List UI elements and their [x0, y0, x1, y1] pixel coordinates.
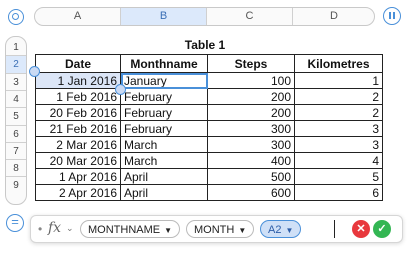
token-label: A2 — [268, 224, 282, 236]
table-select-handle[interactable] — [8, 9, 24, 25]
cell-kilometres[interactable]: 6 — [294, 184, 383, 201]
pause-icon-bar — [393, 12, 395, 19]
cell-kilometres[interactable]: 3 — [294, 136, 383, 153]
cell-steps[interactable]: 200 — [207, 104, 295, 121]
header-cell-kilometres[interactable]: Kilometres — [294, 54, 383, 73]
cell-kilometres[interactable]: 1 — [294, 72, 383, 89]
row-header-7[interactable]: 7 — [6, 143, 26, 160]
cell-steps[interactable]: 500 — [207, 168, 295, 185]
cell-date[interactable]: 2 Mar 2016 — [35, 136, 121, 153]
cell-monthname[interactable]: March — [120, 136, 208, 153]
table-row: 1 Feb 2016 February 200 2 — [35, 88, 383, 105]
row-header-9[interactable]: 9 — [6, 177, 26, 194]
row-header-2[interactable]: 2 — [6, 56, 26, 74]
confirm-button[interactable]: ✓ — [373, 220, 391, 238]
cell-date[interactable]: 20 Feb 2016 — [35, 104, 121, 121]
cell-monthname[interactable]: February — [120, 88, 208, 105]
header-cell-monthname[interactable]: Monthname — [120, 54, 208, 73]
table-row: 2 Mar 2016 March 300 3 — [35, 136, 383, 153]
cell-monthname[interactable]: February — [120, 120, 208, 137]
row-header-6[interactable]: 6 — [6, 126, 26, 143]
header-row: Date Monthname Steps Kilometres — [35, 54, 383, 73]
table-row: 20 Feb 2016 February 200 2 — [35, 104, 383, 121]
cell-monthname[interactable]: February — [120, 104, 208, 121]
circle-icon — [12, 13, 19, 20]
text-cursor — [334, 220, 335, 238]
reference-token-a2[interactable]: A2 ▼ — [260, 220, 302, 238]
selection-handle-start[interactable] — [29, 66, 40, 77]
column-header-bar: A B C D — [34, 7, 375, 26]
column-header-c[interactable]: C — [207, 8, 293, 25]
cell-kilometres[interactable]: 5 — [294, 168, 383, 185]
cancel-button[interactable]: ✕ — [352, 220, 370, 238]
cell-steps[interactable]: 600 — [207, 184, 295, 201]
cell-steps[interactable]: 100 — [207, 72, 295, 89]
dropdown-arrow-icon: ▼ — [285, 226, 294, 235]
fx-icon[interactable]: fx — [48, 220, 61, 236]
cell-kilometres[interactable]: 3 — [294, 120, 383, 137]
cell-steps[interactable]: 400 — [207, 152, 295, 169]
cell-steps[interactable]: 200 — [207, 88, 295, 105]
cell-date[interactable]: 1 Feb 2016 — [35, 88, 121, 105]
table-row: 2 Apr 2016 April 600 6 — [35, 184, 383, 201]
row-header-bar: 1 2 3 4 5 6 7 8 9 — [5, 36, 27, 205]
function-token-month[interactable]: MONTH ▼ — [186, 220, 255, 238]
dot-icon: • — [38, 222, 43, 236]
chevron-down-icon[interactable]: ⌄ — [66, 223, 74, 234]
row-header-4[interactable]: 4 — [6, 91, 26, 108]
data-table: Date Monthname Steps Kilometres 1 Jan 20… — [35, 54, 383, 201]
selection-handle-end[interactable] — [115, 84, 126, 95]
table-row: 1 Jan 2016 January 100 1 — [35, 72, 383, 89]
cell-monthname[interactable]: April — [120, 168, 208, 185]
row-header-8[interactable]: 8 — [6, 160, 26, 177]
cell-monthname[interactable]: January — [120, 72, 208, 89]
cell-date[interactable]: 2 Apr 2016 — [35, 184, 121, 201]
function-token-monthname[interactable]: MONTHNAME ▼ — [80, 220, 181, 238]
formula-bar[interactable]: • fx ⌄ MONTHNAME ▼ MONTH ▼ A2 ▼ ✕ ✓ — [30, 215, 403, 243]
pause-icon — [389, 12, 391, 19]
cell-date[interactable]: 1 Jan 2016 — [35, 72, 121, 89]
cell-steps[interactable]: 300 — [207, 120, 295, 137]
table-row: 1 Apr 2016 April 500 5 — [35, 168, 383, 185]
header-cell-date[interactable]: Date — [35, 54, 121, 73]
column-header-a[interactable]: A — [35, 8, 121, 25]
cell-date[interactable]: 1 Apr 2016 — [35, 168, 121, 185]
cell-date[interactable]: 20 Mar 2016 — [35, 152, 121, 169]
row-header-5[interactable]: 5 — [6, 108, 26, 126]
cell-monthname[interactable]: April — [120, 184, 208, 201]
column-header-b[interactable]: B — [121, 8, 207, 25]
table-row: 21 Feb 2016 February 300 3 — [35, 120, 383, 137]
cell-kilometres[interactable]: 4 — [294, 152, 383, 169]
token-label: MONTHNAME — [88, 224, 161, 236]
table-row: 20 Mar 2016 March 400 4 — [35, 152, 383, 169]
column-header-d[interactable]: D — [293, 8, 374, 25]
cell-steps[interactable]: 300 — [207, 136, 295, 153]
dropdown-arrow-icon: ▼ — [164, 226, 173, 235]
row-header-1[interactable]: 1 — [6, 37, 26, 56]
dropdown-arrow-icon: ▼ — [238, 226, 247, 235]
cell-date[interactable]: 21 Feb 2016 — [35, 120, 121, 137]
equals-icon[interactable]: = — [6, 214, 24, 232]
cell-monthname[interactable]: March — [120, 152, 208, 169]
cell-kilometres[interactable]: 2 — [294, 88, 383, 105]
row-header-3[interactable]: 3 — [6, 74, 26, 91]
token-label: MONTH — [194, 224, 235, 236]
table-title[interactable]: Table 1 — [120, 38, 290, 52]
header-cell-steps[interactable]: Steps — [207, 54, 295, 73]
add-column-handle[interactable] — [383, 7, 401, 25]
cell-kilometres[interactable]: 2 — [294, 104, 383, 121]
